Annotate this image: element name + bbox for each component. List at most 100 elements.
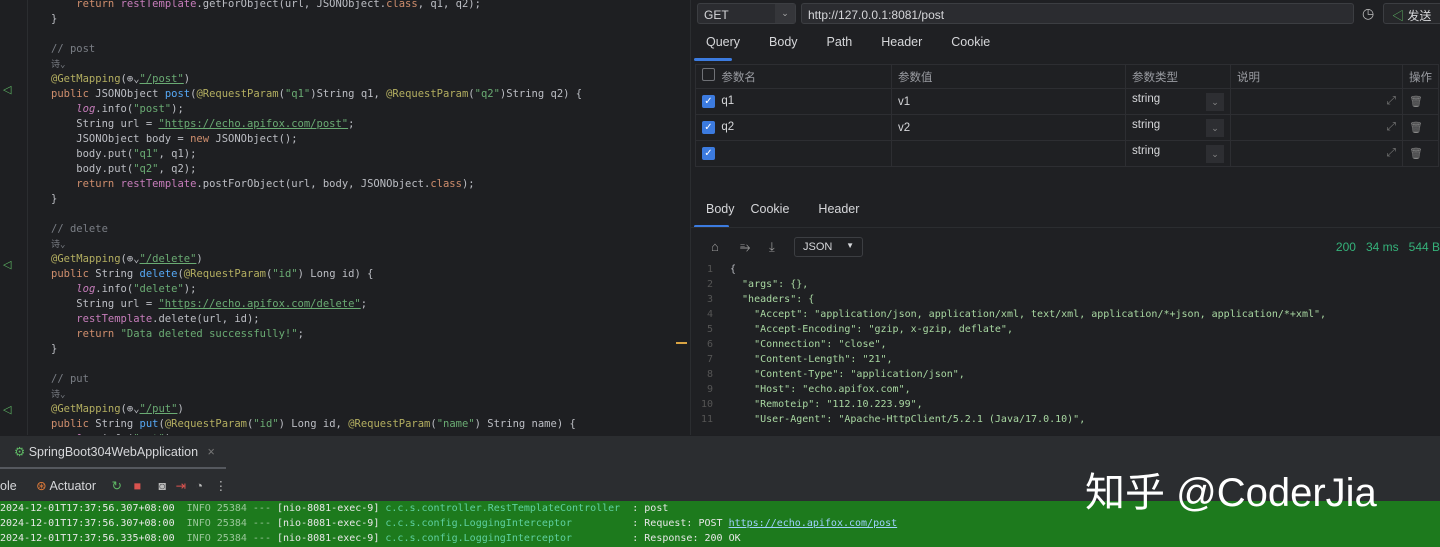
table-row: ✓ string ⌄ ⤢ 🗑 (695, 140, 1439, 167)
code-line: @GetMapping(⊕⌄"/post") (51, 72, 582, 87)
param-value[interactable]: v1 (891, 88, 1126, 115)
exit-icon[interactable]: ⇥ (176, 479, 186, 493)
param-name-cell: ✓ q2 (695, 114, 892, 141)
query-params-table: 参数名 参数值 参数类型 说明 操作 ✓ q1 v1 string ⌄ ⤢ 🗑 ✓ q2 v2… (695, 64, 1439, 167)
chevron-down-icon[interactable]: ⌄ (1206, 118, 1224, 137)
send-request-gutter-icon[interactable]: ◁ (3, 258, 11, 271)
param-value[interactable] (891, 140, 1126, 167)
code-editor[interactable]: ◁ ◁ ◁ return restTemplate.getForObject(u… (0, 0, 690, 435)
code-token: @RequestParam (183, 268, 266, 280)
json-text: "Accept-Encoding": "gzip, x-gzip, deflat… (730, 324, 1013, 335)
tab-body[interactable]: Body (754, 35, 812, 49)
code-line: String url = "https://echo.apifox.com/de… (51, 297, 582, 312)
param-checkbox[interactable]: ✓ (702, 95, 715, 108)
line-number: 8 (706, 369, 713, 380)
code-token: @RequestParam (196, 88, 279, 100)
scroll-marker (676, 342, 687, 344)
tab-actuator[interactable]: Actuator (49, 479, 96, 493)
history-clock-icon[interactable]: ◷ (1362, 5, 1374, 22)
clear-icon[interactable]: ⌂ (711, 239, 719, 254)
run-tab[interactable]: ⚙ SpringBoot304WebApplication × (14, 444, 215, 459)
send-request-gutter-icon[interactable]: ◁ (3, 83, 11, 96)
wrap-lines-icon[interactable]: ⥱ (740, 239, 750, 255)
active-tab-indicator (694, 58, 732, 61)
code-line: return restTemplate.postForObject(url, b… (51, 177, 582, 192)
tab-path[interactable]: Path (812, 35, 867, 49)
json-text: "headers": { (730, 294, 815, 305)
code-token: log (76, 283, 96, 295)
tab-response-body[interactable]: Body (691, 202, 749, 216)
param-type[interactable]: string (1132, 93, 1160, 105)
expand-icon[interactable]: ⤢ (1387, 95, 1396, 107)
tab-cookie[interactable]: Cookie (936, 35, 1004, 49)
code-token: // put (51, 373, 89, 385)
json-line: 8 "Content-Type": "application/json", (691, 367, 1326, 382)
trash-icon[interactable]: 🗑 (1409, 148, 1423, 160)
stop-icon[interactable]: ■ (133, 479, 141, 493)
profiler-icon[interactable]: ◔ (196, 479, 204, 493)
select-all-checkbox[interactable] (702, 68, 715, 81)
status-code: 200 (1335, 240, 1356, 254)
tab-response-header[interactable]: Header (803, 202, 873, 216)
tab-console[interactable]: ole (0, 479, 17, 493)
tab-response-cookie[interactable]: Cookie (749, 202, 804, 216)
chevron-down-icon[interactable]: ⌄ (1206, 144, 1224, 163)
code-token: delete (139, 268, 178, 280)
format-select[interactable]: JSON ▼ (794, 237, 863, 257)
trash-icon[interactable]: 🗑 (1409, 122, 1423, 134)
code-content: return restTemplate.getForObject(url, JS… (51, 0, 582, 435)
chevron-down-icon[interactable]: ⌄ (1206, 92, 1224, 111)
code-token: class (386, 0, 418, 10)
param-type[interactable]: string (1132, 119, 1160, 131)
param-checkbox[interactable]: ✓ (702, 147, 715, 160)
table-header-row: 参数名 参数值 参数类型 说明 操作 (695, 64, 1439, 89)
json-text: "Connection": "close", (730, 339, 887, 350)
gutter-divider (27, 0, 28, 435)
close-icon[interactable]: × (208, 445, 215, 459)
log-logger: c.c.s.controller.RestTemplateController (385, 503, 627, 514)
code-token: JSONObject (95, 88, 165, 100)
method-select[interactable]: GET ⌄ (697, 3, 796, 24)
log-thread: [nio-8081-exec-9] (277, 518, 380, 529)
code-token: restTemplate (120, 178, 197, 190)
code-line: public JSONObject post(@RequestParam("q1… (51, 87, 582, 102)
code-line: log.info("post"); (51, 102, 582, 117)
param-value[interactable]: v2 (891, 114, 1126, 141)
log-link[interactable]: https://echo.apifox.com/post (729, 518, 898, 529)
more-icon[interactable]: ⋮ (215, 479, 228, 493)
expand-icon[interactable]: ⤢ (1387, 147, 1396, 159)
url-input[interactable]: http://127.0.0.1:8081/post (801, 3, 1354, 24)
param-name[interactable]: q1 (721, 95, 734, 107)
expand-icon[interactable]: ⤢ (1387, 121, 1396, 133)
param-type[interactable]: string (1132, 145, 1160, 157)
code-token: @RequestParam (164, 418, 248, 430)
rerun-icon[interactable]: ↻ (112, 479, 122, 493)
code-token: ) Long id) { (297, 268, 374, 280)
code-token: , q2); (158, 163, 197, 175)
code-token: ) (183, 73, 191, 85)
code-token: "q1" (284, 88, 311, 100)
camera-icon[interactable]: ◙ (159, 479, 167, 493)
send-request-gutter-icon[interactable]: ◁ (3, 403, 11, 416)
method-value: GET (704, 8, 729, 22)
code-token: , q1, q2); (417, 0, 481, 10)
tab-query[interactable]: Query (691, 35, 754, 49)
json-line: 10 "Remoteip": "112.10.223.99", (691, 397, 1326, 412)
trash-icon[interactable]: 🗑 (1409, 96, 1423, 108)
tab-header[interactable]: Header (866, 35, 936, 49)
code-token: // post (51, 43, 96, 55)
json-line: 4 "Accept": "application/json, applicati… (691, 307, 1326, 322)
param-checkbox[interactable]: ✓ (702, 121, 715, 134)
code-token: 诗⌄ (51, 390, 66, 400)
code-line: public String put(@RequestParam("id") Lo… (51, 417, 582, 432)
json-line: 2 "args": {}, (691, 277, 1326, 292)
code-token: ; (360, 298, 368, 310)
download-icon[interactable]: ⤓ (769, 239, 775, 255)
send-button[interactable]: ◁ 发送 (1383, 3, 1440, 24)
line-number: 1 (706, 264, 713, 275)
line-number: 6 (706, 339, 713, 350)
response-body: 1{2 "args": {}, 3 "headers": {4 "Accept":… (691, 262, 1326, 427)
param-name[interactable]: q2 (721, 121, 734, 133)
request-tabs: Query Body Path Header Cookie (691, 35, 1004, 49)
